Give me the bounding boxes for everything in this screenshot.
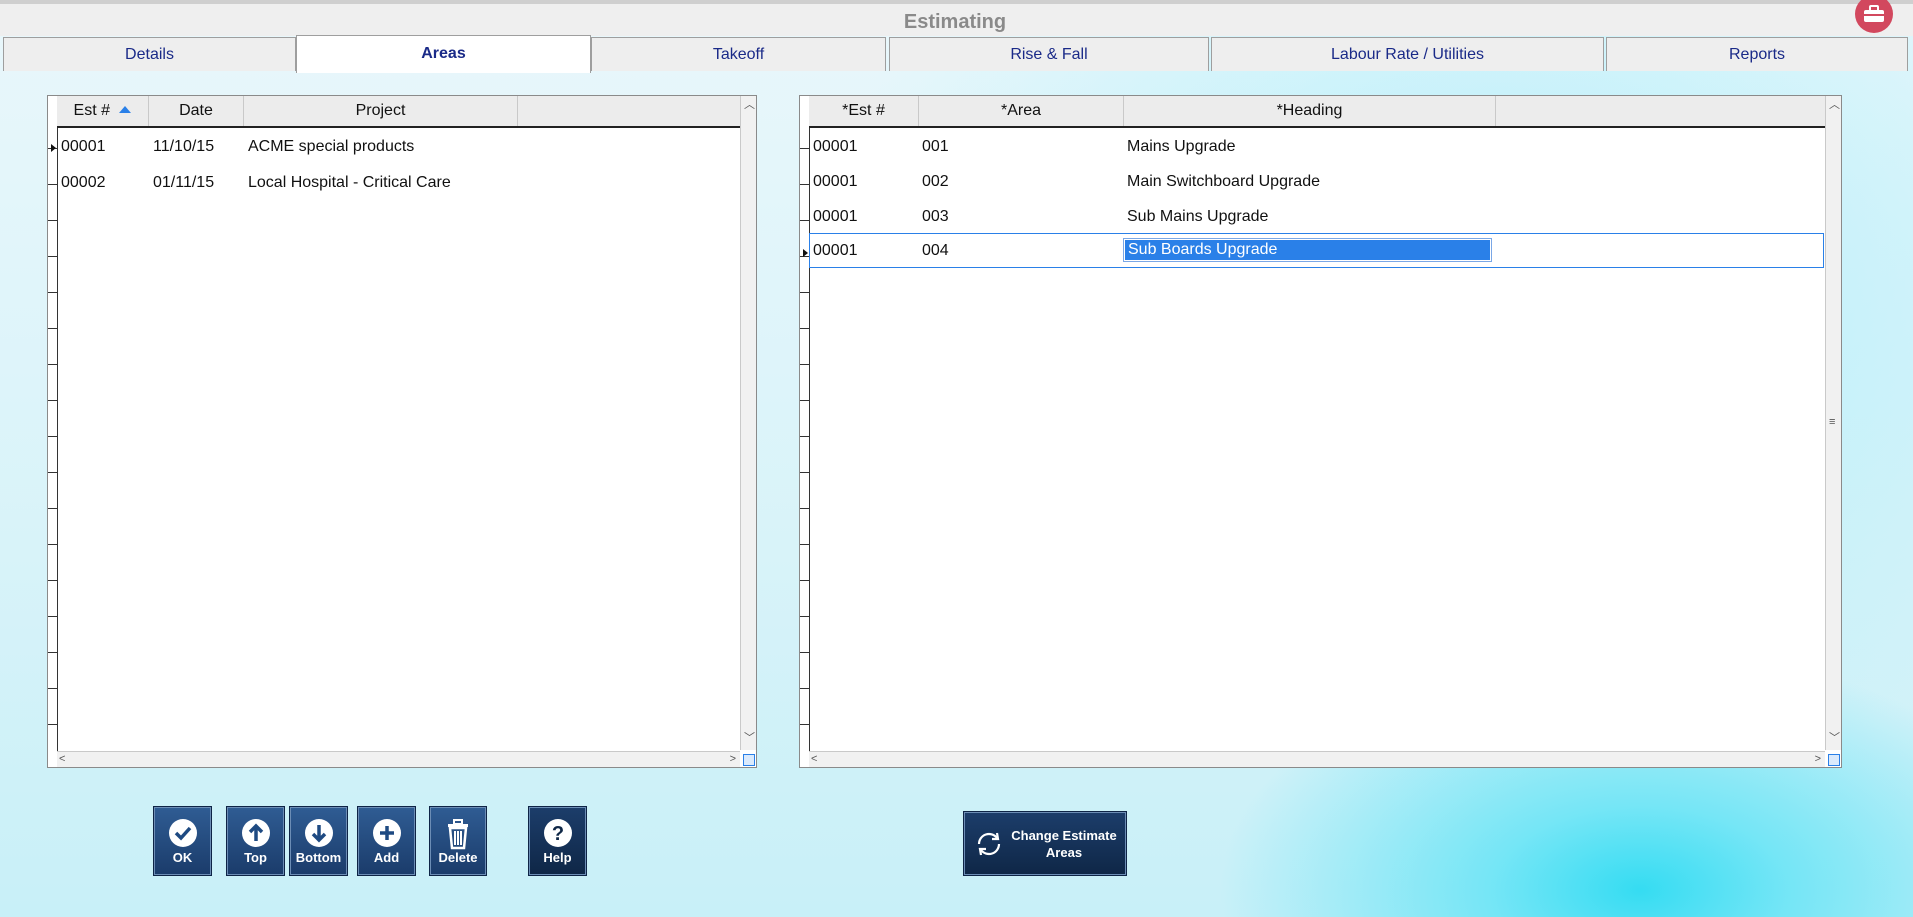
estimates-grid[interactable]: Est # Date Project 00001 11/10/15 ACME s…	[47, 95, 757, 768]
cell-est: 00001	[61, 138, 106, 155]
horizontal-scrollbar[interactable]: < >	[57, 751, 740, 767]
col-date-label: Date	[179, 102, 213, 119]
add-button-label: Add	[373, 850, 400, 865]
bottom-button-label: Bottom	[295, 850, 342, 865]
col-date-header[interactable]: Date	[149, 96, 244, 126]
arrow-up-circle-icon	[241, 818, 271, 851]
col-est-label: *Est #	[842, 102, 885, 119]
tab-areas-label: Areas	[421, 45, 466, 62]
top-button-label: Top	[244, 850, 267, 865]
cell-heading: Main Switchboard Upgrade	[1127, 173, 1320, 190]
scroll-right-icon[interactable]: >	[730, 753, 736, 765]
title-bar: Estimating	[0, 0, 1913, 36]
col-heading-header[interactable]: *Heading	[1124, 96, 1496, 126]
col-est-label: Est #	[73, 102, 110, 119]
tab-labour-label: Labour Rate / Utilities	[1331, 46, 1484, 63]
ok-button[interactable]: OK	[153, 806, 212, 876]
vertical-scrollbar[interactable]: ︿ ≡ ﹀	[1825, 96, 1841, 750]
ok-button-label: OK	[172, 850, 193, 865]
cell-est: 00001	[813, 173, 858, 190]
tab-reports-label: Reports	[1728, 46, 1786, 63]
col-project-header[interactable]: Project	[244, 96, 518, 126]
checkmark-icon	[168, 818, 198, 851]
cell-project: Local Hospital - Critical Care	[248, 174, 451, 191]
col-area-label: *Area	[1000, 102, 1042, 119]
change-estimate-areas-label: Change Estimate Areas	[1007, 827, 1121, 861]
tab-bar: Details Areas Takeoff Rise & Fall Labour…	[0, 35, 1913, 73]
scroll-down-icon[interactable]: ﹀	[1829, 732, 1840, 744]
tab-takeoff-label: Takeoff	[712, 46, 765, 63]
cell-est: 00002	[61, 174, 106, 191]
current-row-marker-icon	[51, 144, 56, 152]
bottom-button[interactable]: Bottom	[289, 806, 348, 876]
cell-area: 001	[922, 138, 949, 155]
col-est-header[interactable]: Est #	[57, 96, 149, 126]
cell-area: 002	[922, 173, 949, 190]
grid-options-icon[interactable]	[1828, 754, 1840, 766]
cell-heading: Sub Mains Upgrade	[1127, 208, 1269, 225]
col-est-header[interactable]: *Est #	[809, 96, 919, 126]
cell-heading: Mains Upgrade	[1127, 138, 1236, 155]
cell-est: 00001	[813, 138, 858, 155]
cell-date: 01/11/15	[153, 174, 215, 191]
change-label-line2: Areas	[1045, 845, 1083, 860]
change-estimate-areas-button[interactable]: Change Estimate Areas	[963, 811, 1127, 876]
app-title: Estimating	[903, 11, 1007, 33]
table-row-selected[interactable]: 00001 004 Sub Boards Upgrade	[809, 233, 1824, 268]
cell-heading: Sub Boards Upgrade	[1128, 241, 1278, 258]
delete-button-label: Delete	[438, 850, 478, 865]
cell-date: 11/10/15	[153, 138, 215, 155]
help-button-label: Help	[543, 850, 572, 865]
cell-project: ACME special products	[248, 138, 415, 155]
tab-reports[interactable]: Reports	[1606, 37, 1908, 71]
col-heading-label: *Heading	[1276, 102, 1343, 119]
help-button[interactable]: ? Help	[528, 806, 587, 876]
tab-rise-fall[interactable]: Rise & Fall	[889, 37, 1209, 71]
scroll-right-icon[interactable]: >	[1815, 753, 1821, 765]
scroll-up-icon[interactable]: ︿	[744, 99, 755, 111]
tab-areas[interactable]: Areas	[296, 35, 591, 73]
scroll-down-icon[interactable]: ﹀	[744, 732, 755, 744]
areas-grid-header: *Est # *Area *Heading	[809, 96, 1826, 128]
scroll-up-icon[interactable]: ︿	[1829, 99, 1840, 111]
plus-circle-icon	[372, 818, 402, 851]
change-label-line1: Change Estimate	[1011, 828, 1117, 843]
row-indicator-column	[800, 96, 810, 767]
vertical-scrollbar[interactable]: ︿ ﹀	[740, 96, 756, 750]
tab-details-label: Details	[125, 46, 174, 63]
col-project-label: Project	[355, 102, 406, 119]
row-indicator-column	[48, 96, 58, 767]
scroll-left-icon[interactable]: <	[811, 753, 817, 765]
tab-details[interactable]: Details	[3, 37, 296, 71]
cell-area: 004	[922, 242, 949, 259]
tab-takeoff[interactable]: Takeoff	[591, 37, 886, 71]
arrow-down-circle-icon	[304, 818, 334, 851]
trash-icon	[444, 818, 472, 853]
scroll-left-icon[interactable]: <	[59, 753, 65, 765]
areas-grid[interactable]: *Est # *Area *Heading 00001 001 Mains Up…	[799, 95, 1842, 768]
horizontal-scrollbar[interactable]: < >	[809, 751, 1825, 767]
estimates-grid-header: Est # Date Project	[57, 96, 743, 128]
tab-rise-fall-label: Rise & Fall	[1010, 46, 1088, 63]
heading-edit-field[interactable]: Sub Boards Upgrade	[1123, 238, 1492, 262]
col-area-header[interactable]: *Area	[919, 96, 1124, 126]
delete-button[interactable]: Delete	[429, 806, 487, 876]
svg-text:?: ?	[551, 823, 563, 845]
refresh-icon	[973, 828, 1005, 863]
cell-est: 00001	[813, 208, 858, 225]
help-icon: ?	[543, 818, 573, 851]
current-row-marker-icon	[803, 249, 808, 257]
add-button[interactable]: Add	[357, 806, 416, 876]
cell-est: 00001	[813, 242, 858, 259]
sort-ascending-icon	[119, 106, 132, 113]
top-button[interactable]: Top	[226, 806, 285, 876]
scroll-thumb-grip-icon[interactable]: ≡	[1829, 416, 1835, 428]
tab-labour-rate-utilities[interactable]: Labour Rate / Utilities	[1211, 37, 1604, 71]
cell-area: 003	[922, 208, 949, 225]
grid-options-icon[interactable]	[743, 754, 755, 766]
